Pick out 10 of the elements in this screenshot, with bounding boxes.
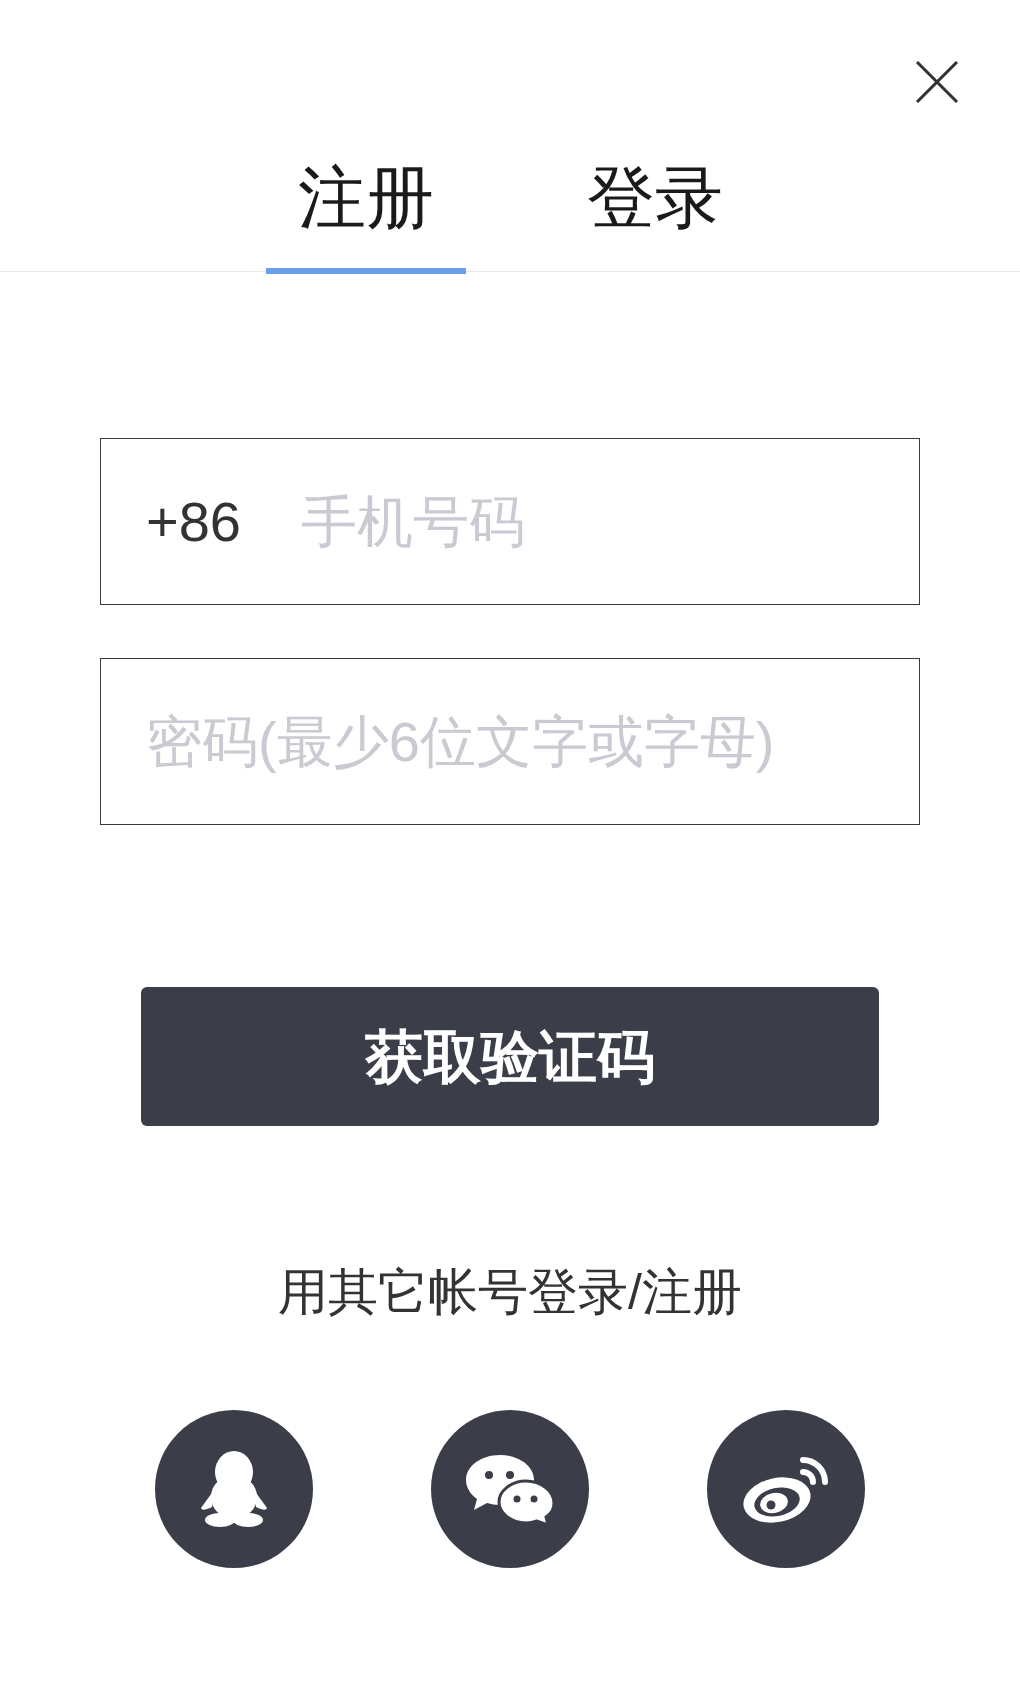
eye-with-signal-arcs-icon — [741, 1454, 831, 1524]
alternate-login-label: 用其它帐号登录/注册 — [278, 1267, 742, 1317]
get-verification-code-button[interactable]: 获取验证码 — [141, 987, 879, 1126]
tab[interactable]: 登录 — [554, 163, 755, 274]
chat-bubbles-icon — [464, 1453, 556, 1525]
penguin-icon — [198, 1450, 270, 1528]
country-code: +86 — [146, 493, 241, 550]
tab[interactable]: 注册 — [265, 163, 466, 274]
close-button[interactable] — [915, 61, 959, 103]
close-icon — [915, 61, 959, 103]
